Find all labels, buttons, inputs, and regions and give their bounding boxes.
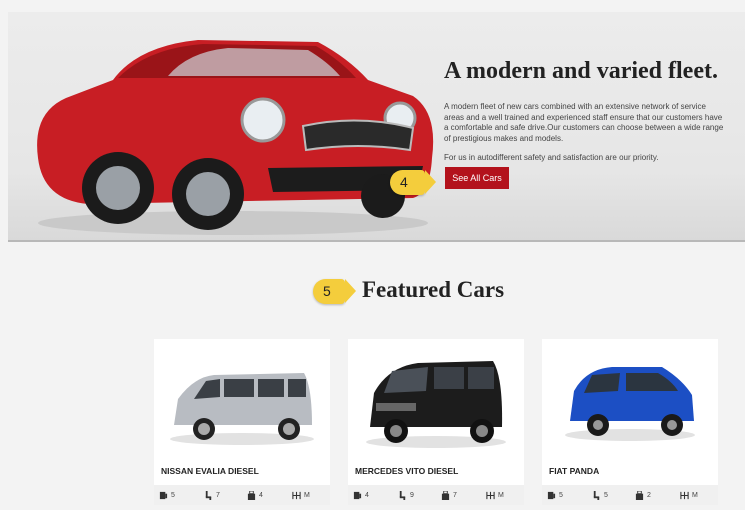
car-card-fiat[interactable]: FIAT PANDA 5 5 2 M: [542, 339, 718, 505]
luggage-icon: [635, 490, 644, 500]
luggage-icon: [441, 490, 450, 500]
hero-banner: A modern and varied fleet. A modern flee…: [8, 12, 745, 242]
transmission-spec: M: [486, 491, 504, 500]
car-card-nissan[interactable]: NISSAN EVALIA DIESEL 5 7 4 M: [154, 339, 330, 505]
hero-title: A modern and varied fleet.: [444, 58, 718, 84]
fuel-icon: [353, 491, 362, 499]
transmission-spec: M: [292, 491, 310, 500]
fuel-spec: 5: [547, 491, 563, 500]
see-all-cars-button[interactable]: See All Cars: [445, 167, 509, 189]
seats-value: 7: [216, 491, 220, 499]
fuel-value: 5: [559, 491, 563, 499]
hero-priority-text: For us in autodifferent safety and satis…: [444, 153, 659, 162]
car-card-mercedes[interactable]: MERCEDES VITO DIESEL 4 9 7 M: [348, 339, 524, 505]
gearbox-icon: [292, 491, 301, 499]
fiat-panda-image: [565, 367, 695, 441]
seats-value: 5: [604, 491, 608, 499]
transmission-value: M: [692, 491, 698, 499]
fuel-icon: [547, 491, 556, 499]
fuel-spec: 5: [159, 491, 175, 500]
seats-value: 9: [410, 491, 414, 499]
luggage-spec: 7: [441, 490, 457, 500]
luggage-spec: 4: [247, 490, 263, 500]
car-name: FIAT PANDA: [549, 466, 600, 476]
transmission-value: M: [304, 491, 310, 499]
car-specs: 5 7 4 M: [154, 485, 330, 505]
luggage-spec: 2: [635, 490, 651, 500]
car-name: NISSAN EVALIA DIESEL: [161, 466, 259, 476]
seat-icon: [205, 490, 212, 500]
fuel-value: 5: [171, 491, 175, 499]
seats-spec: 9: [398, 490, 414, 500]
car-specs: 5 5 2 M: [542, 485, 718, 505]
transmission-value: M: [498, 491, 504, 499]
fuel-value: 4: [365, 491, 369, 499]
red-convertible-image: [37, 40, 434, 235]
nissan-evalia-image: [170, 373, 314, 445]
seat-icon: [593, 490, 600, 500]
step-marker-5: 5: [313, 279, 356, 304]
seat-icon: [399, 490, 406, 500]
gearbox-icon: [680, 491, 689, 499]
car-specs: 4 9 7 M: [348, 485, 524, 505]
luggage-value: 2: [647, 491, 651, 499]
car-name: MERCEDES VITO DIESEL: [355, 466, 459, 476]
hero-description: A modern fleet of new cars combined with…: [444, 102, 724, 143]
featured-cars-title: Featured Cars: [362, 277, 505, 302]
transmission-spec: M: [680, 491, 698, 500]
gearbox-icon: [486, 491, 495, 499]
mercedes-vito-image: [366, 361, 506, 448]
luggage-icon: [247, 490, 256, 500]
luggage-value: 4: [259, 491, 263, 499]
seats-spec: 5: [592, 490, 608, 500]
fuel-spec: 4: [353, 491, 369, 500]
luggage-value: 7: [453, 491, 457, 499]
seats-spec: 7: [204, 490, 220, 500]
fuel-icon: [159, 491, 168, 499]
step-marker-4: 4: [390, 170, 436, 195]
